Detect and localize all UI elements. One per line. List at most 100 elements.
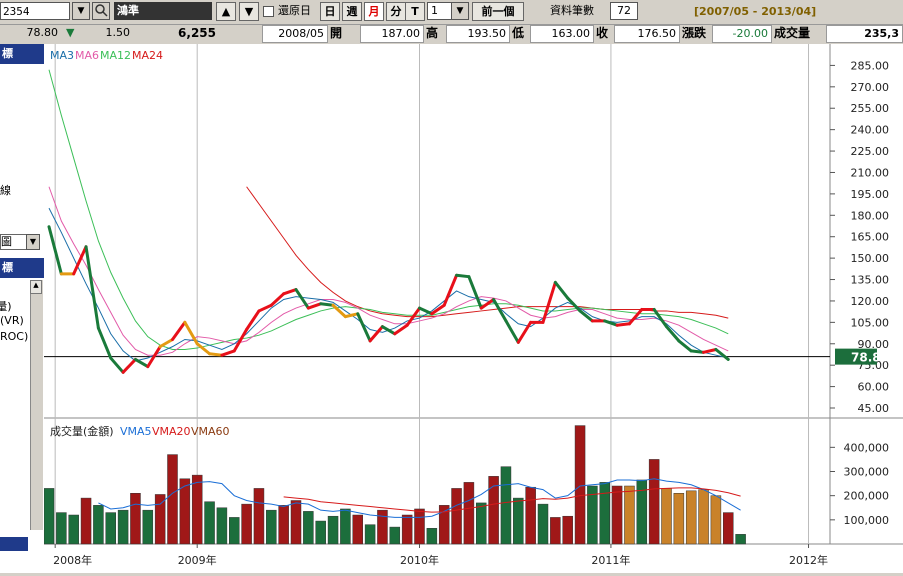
volume-bar [80,497,92,545]
close-segment [306,302,323,310]
volume-bar [611,485,623,545]
left-scrollbar[interactable] [30,280,43,530]
stock-code-input[interactable]: 2354 [0,2,70,20]
volume-bar [290,500,302,545]
close-segment [455,273,471,279]
price-legend-item: MA3 [50,49,74,62]
close-segment [615,322,631,327]
ma12-line [48,69,729,350]
volume-bar [216,507,228,545]
stock-name: 鴻準 [114,2,212,20]
volume-bar [599,482,610,545]
close-value: 176.50 [614,25,680,43]
price-tick-label: 60.00 [858,381,890,394]
legends: MA3 MA6 MA12 MA24 成交量(金額) VMA5 VMA20 VMA60 [50,49,230,438]
left-item-vol[interactable]: (量) [0,298,12,314]
close-segment [702,347,718,354]
left-panel-header: 標 [0,44,44,64]
volume-bar [204,501,215,545]
change-label: 漲跌 [682,26,707,40]
volume-bar [562,515,573,545]
left-item-roc[interactable]: ROC) [0,330,28,343]
close-segment [319,302,335,307]
volume-bars [43,425,746,545]
close-segment [492,298,508,323]
volume-bar [537,503,549,545]
volume-bar [43,488,55,545]
volume-bar [735,534,746,545]
volume-bar [426,528,438,545]
period-minute-button[interactable]: 分 [386,2,406,21]
restore-label: 還原日 [278,4,311,17]
close-segment [714,347,730,361]
volume-label: 成交量 [774,26,811,40]
left-item-vr[interactable]: (VR) [0,314,24,327]
volume-bar [266,509,277,545]
price-tick-label: 255.00 [851,102,890,115]
price-tick-label: 120.00 [851,295,890,308]
code-dropdown-button[interactable]: ▼ [72,2,90,20]
left-item-1[interactable]: 線 [0,182,11,198]
left-panel-header-2: 標 [0,258,44,278]
prev-button[interactable]: 前一個 [472,2,524,21]
volume-bar [389,526,401,545]
x-tick-label: 2012年 [789,553,828,567]
volume-bar [56,512,67,545]
price-tick-label: 165.00 [851,231,890,244]
left-select-dropdown-icon[interactable]: ▼ [26,234,40,250]
volume-bar [327,515,339,545]
close-segment [627,308,644,326]
price-tick-label: 210.00 [851,166,890,179]
volume-bar [698,489,709,545]
period-week-button[interactable]: 週 [342,2,362,21]
close-segment [232,327,249,353]
close-segment [282,288,298,296]
interval-dropdown-icon[interactable]: ▼ [451,2,469,20]
price-tick-label: 285.00 [851,59,890,72]
x-tick-label: 2010年 [400,553,439,567]
volume-bar [550,517,561,545]
volume-bar [340,508,351,545]
volume-bar [723,512,734,545]
restore-checkbox[interactable] [263,6,274,17]
volume-bar [253,488,265,545]
prev-stock-button[interactable]: ▲ [216,2,236,21]
next-stock-button[interactable]: ▼ [239,2,259,21]
high-label: 高 [426,26,439,40]
volume-bar [648,459,660,545]
volume-bar [278,505,289,545]
close-segment [220,349,236,357]
price-tick-label: 195.00 [851,188,890,201]
x-tick-label: 2011年 [591,553,630,567]
volume-legend-item: VMA5 [120,425,152,438]
volume-bar [513,497,524,545]
close-segment [442,273,459,307]
volume-tick-label: 200,000 [844,490,890,503]
volume-bar [229,517,240,545]
volume-bar [414,508,425,545]
volume-bar [476,502,487,545]
count-input[interactable]: 72 [610,2,638,20]
volume-bar [673,493,685,545]
scroll-up-icon[interactable]: ▲ [30,280,42,294]
quote-date: 2008/05 [262,25,328,43]
volume-bar [401,514,413,545]
period-tick-button[interactable]: T [405,2,425,21]
volume-value: 235,3 [826,25,903,43]
close-segment [121,357,137,374]
ma24-line [246,186,729,319]
period-day-button[interactable]: 日 [320,2,340,21]
count-label: 資料筆數 [550,4,594,17]
close-segment [158,337,174,349]
close-label: 收 [596,26,609,40]
close-segment [368,325,384,343]
search-icon[interactable] [92,2,110,20]
close-segment [109,356,125,374]
close-segment [418,306,434,316]
volume-bar [463,482,475,545]
price-tick-label: 180.00 [851,209,890,222]
current-price-label: 78.80 [851,351,889,365]
close-segment [171,320,187,341]
x-tick-label: 2008年 [53,553,92,567]
period-month-button[interactable]: 月 [364,2,384,21]
